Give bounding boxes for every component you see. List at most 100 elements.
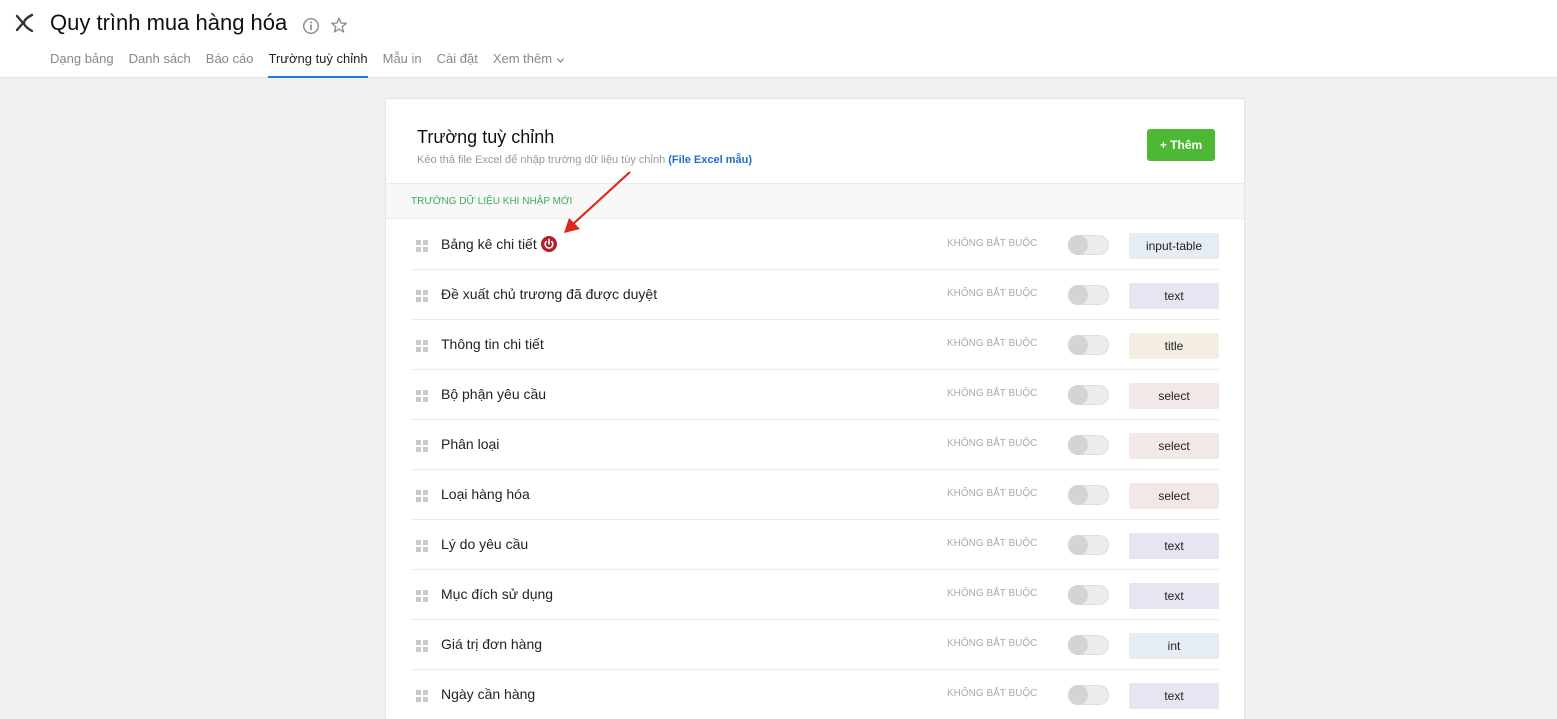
panel-title: Trường tuỳ chỉnh	[417, 127, 555, 147]
tab-dang-bang[interactable]: Dạng bảng	[50, 44, 114, 78]
field-row: Lý do yêu cầu KHÔNG BẮT BUỘC text	[411, 520, 1220, 570]
toggle-knob	[1068, 435, 1088, 455]
field-name-text: Loại hàng hóa	[441, 486, 530, 502]
required-label: KHÔNG BẮT BUỘC	[947, 238, 1038, 249]
toggle-knob	[1068, 535, 1088, 555]
add-field-button[interactable]: + Thêm	[1147, 129, 1215, 161]
required-label: KHÔNG BẮT BUỘC	[947, 538, 1038, 549]
field-row: Loại hàng hóa KHÔNG BẮT BUỘC select	[411, 470, 1220, 520]
view-tabs: Dạng bảng Danh sách Báo cáo Trường tuỳ c…	[50, 44, 580, 78]
drag-handle-icon[interactable]	[416, 590, 428, 602]
required-toggle[interactable]	[1068, 585, 1109, 605]
field-row: Phân loại KHÔNG BẮT BUỘC select	[411, 420, 1220, 470]
field-name: Bộ phận yêu cầu	[441, 386, 546, 402]
field-name-text: Giá trị đơn hàng	[441, 636, 543, 652]
required-label: KHÔNG BẮT BUỘC	[947, 288, 1038, 299]
drag-handle-icon[interactable]	[416, 240, 428, 252]
section-header: TRƯỜNG DỮ LIỆU KHI NHẬP MỚI	[386, 183, 1244, 219]
field-name-text: Lý do yêu cầu	[441, 536, 529, 552]
field-row: Bảng kê chi tiết KHÔNG BẮT BUỘC input-tabl…	[411, 220, 1220, 270]
section-label: TRƯỜNG DỮ LIỆU KHI NHẬP MỚI	[411, 196, 573, 207]
field-name: Giá trị đơn hàng	[441, 636, 542, 652]
drag-handle-icon[interactable]	[416, 640, 428, 652]
star-icon[interactable]	[330, 16, 348, 34]
required-label: KHÔNG BẮT BUỘC	[947, 388, 1038, 399]
toggle-knob	[1068, 285, 1088, 305]
field-row: Đề xuất chủ trương đã được duyệt KHÔNG BẮ…	[411, 270, 1220, 320]
panel-subtitle-text: Kéo thả file Excel để nhập trường dữ liệ…	[417, 154, 666, 166]
required-toggle[interactable]	[1068, 635, 1109, 655]
required-toggle[interactable]	[1068, 685, 1109, 705]
required-label: KHÔNG BẮT BUỘC	[947, 588, 1038, 599]
required-toggle[interactable]	[1068, 235, 1109, 255]
field-type-badge: input-table	[1129, 233, 1219, 259]
field-row: Giá trị đơn hàng KHÔNG BẮT BUỘC int	[411, 620, 1220, 670]
tab-danh-sach[interactable]: Danh sách	[129, 44, 191, 78]
tab-bao-cao[interactable]: Báo cáo	[206, 44, 254, 78]
field-name: Loại hàng hóa	[441, 486, 530, 502]
required-toggle[interactable]	[1068, 435, 1109, 455]
field-name-text: Mục đích sử dụng	[441, 586, 554, 602]
field-type-badge: text	[1129, 683, 1219, 709]
panel-subtitle: Kéo thả file Excel để nhập trường dữ liệ…	[417, 154, 752, 166]
field-row: Bộ phận yêu cầu KHÔNG BẮT BUỘC select	[411, 370, 1220, 420]
field-name-text: Phân loại	[441, 436, 500, 452]
required-label: KHÔNG BẮT BUỘC	[947, 638, 1038, 649]
field-type-badge: text	[1129, 283, 1219, 309]
field-name-text: Đề xuất chủ trương đã được duyệt	[441, 286, 658, 302]
required-toggle[interactable]	[1068, 535, 1109, 555]
tab-truong-tuy-chinh[interactable]: Trường tuỳ chỉnh	[268, 44, 368, 78]
tab-cai-dat[interactable]: Cài đặt	[437, 44, 478, 78]
field-type-badge: select	[1129, 383, 1219, 409]
toggle-knob	[1068, 335, 1088, 355]
drag-handle-icon[interactable]	[416, 390, 428, 402]
field-name: Bảng kê chi tiết	[441, 236, 557, 252]
field-name: Thông tin chi tiết	[441, 336, 544, 352]
required-toggle[interactable]	[1068, 285, 1109, 305]
tab-xem-them[interactable]: Xem thêm	[493, 44, 565, 78]
field-name-text: Bộ phận yêu cầu	[441, 386, 547, 402]
field-row: Mục đích sử dụng KHÔNG BẮT BUỘC text	[411, 570, 1220, 620]
field-name: Phân loại	[441, 436, 499, 452]
drag-handle-icon[interactable]	[416, 440, 428, 452]
field-type-badge: text	[1129, 583, 1219, 609]
custom-fields-panel: Trường tuỳ chỉnh Kéo thả file Excel để n…	[385, 98, 1245, 719]
field-type-badge: select	[1129, 433, 1219, 459]
field-name: Lý do yêu cầu	[441, 536, 528, 552]
required-label: KHÔNG BẮT BUỘC	[947, 488, 1038, 499]
chevron-down-icon	[556, 58, 565, 64]
field-name: Đề xuất chủ trương đã được duyệt	[441, 286, 657, 302]
toggle-knob	[1068, 485, 1088, 505]
field-name: Ngày cần hàng	[441, 686, 535, 702]
field-list: Bảng kê chi tiết KHÔNG BẮT BUỘC input-tabl…	[411, 220, 1220, 719]
field-name-text: Bảng kê chi tiết	[441, 236, 537, 252]
required-toggle[interactable]	[1068, 385, 1109, 405]
excel-template-link[interactable]: (File Excel mẫu)	[668, 154, 752, 166]
required-label: KHÔNG BẮT BUỘC	[947, 438, 1038, 449]
toggle-knob	[1068, 585, 1088, 605]
drag-handle-icon[interactable]	[416, 540, 428, 552]
field-row: Ngày cần hàng KHÔNG BẮT BUỘC text	[411, 670, 1220, 719]
drag-handle-icon[interactable]	[416, 290, 428, 302]
page-title: Quy trình mua hàng hóa	[50, 10, 288, 35]
field-type-badge: title	[1129, 333, 1219, 359]
info-icon[interactable]	[302, 17, 320, 35]
drag-handle-icon[interactable]	[416, 690, 428, 702]
power-icon	[540, 236, 557, 252]
field-name: Mục đích sử dụng	[441, 586, 553, 602]
field-name-text: Ngày cần hàng	[441, 686, 536, 702]
required-label: KHÔNG BẮT BUỘC	[947, 338, 1038, 349]
required-label: KHÔNG BẮT BUỘC	[947, 688, 1038, 699]
toggle-knob	[1068, 635, 1088, 655]
back-icon[interactable]	[14, 12, 36, 34]
drag-handle-icon[interactable]	[416, 340, 428, 352]
tab-mau-in[interactable]: Mẫu in	[383, 44, 422, 78]
field-type-badge: int	[1129, 633, 1219, 659]
field-row: Thông tin chi tiết KHÔNG BẮT BUỘC title	[411, 320, 1220, 370]
required-toggle[interactable]	[1068, 485, 1109, 505]
field-type-badge: text	[1129, 533, 1219, 559]
field-name-text: Thông tin chi tiết	[441, 336, 544, 352]
toggle-knob	[1068, 685, 1088, 705]
drag-handle-icon[interactable]	[416, 490, 428, 502]
required-toggle[interactable]	[1068, 335, 1109, 355]
